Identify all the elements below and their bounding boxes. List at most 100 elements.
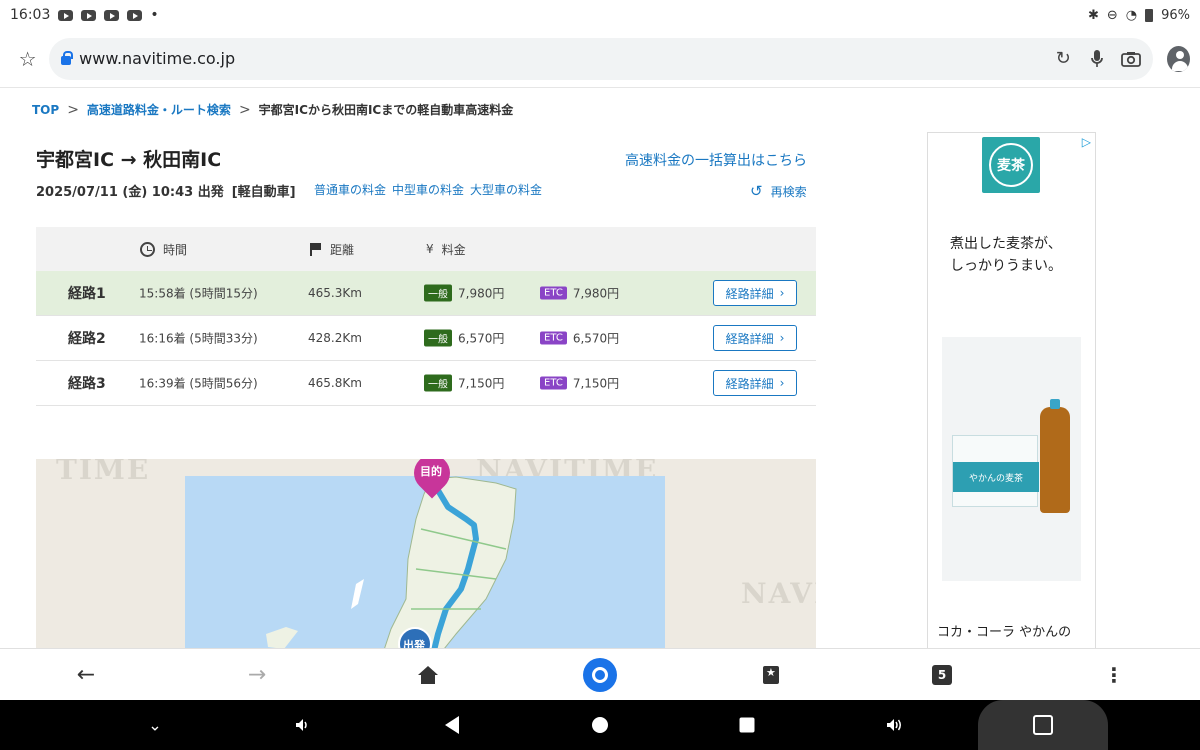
address-bar[interactable]: www.navitime.co.jp ↻	[49, 37, 1154, 80]
ad-logo-text: 麦茶	[989, 143, 1033, 187]
general-badge: 一般	[424, 329, 452, 347]
status-bar: 16:03 • ✱ ⊖ ◔ 96%	[0, 0, 1200, 30]
distance-header-label: 距離	[330, 242, 355, 257]
chevron-down-icon[interactable]: ⌄	[148, 716, 161, 735]
route-map[interactable]: TIME NAVITIME NAVI 目的 出発	[36, 459, 816, 648]
url-text[interactable]: www.navitime.co.jp	[79, 49, 1051, 68]
bluetooth-icon: ✱	[1087, 7, 1099, 23]
ad-brand-logo: 麦茶	[982, 137, 1040, 193]
bookmarks-button[interactable]	[763, 665, 779, 684]
route-row[interactable]: 経路2 16:16着 (5時間33分) 428.2Km 一般 6,570円 ET…	[36, 316, 816, 361]
general-fare: 一般 6,570円	[424, 329, 505, 347]
tab-switcher-circle[interactable]	[583, 657, 617, 692]
etc-fare-value: 7,980円	[572, 286, 620, 301]
route-detail-button[interactable]: 経路詳細 ›	[713, 280, 797, 306]
refresh-icon: ↺	[750, 182, 763, 200]
general-fare-value: 7,150円	[458, 376, 505, 391]
chevron-right-icon: ›	[779, 331, 785, 345]
forward-arrow-icon[interactable]: →	[248, 662, 266, 687]
etc-fare: ETC 7,980円	[540, 285, 619, 302]
breadcrumb-current: 宇都宮ICから秋田南ICまでの軽自動車高速料金	[258, 103, 514, 117]
ad-product-image: やかんの麦茶	[942, 337, 1081, 581]
camera-icon[interactable]	[1119, 47, 1143, 71]
destination-pin-label: 目的	[420, 465, 442, 478]
mid-size-fare-link[interactable]: 中型車の料金	[392, 181, 464, 198]
bulk-calculation-link[interactable]: 高速料金の一括算出はこちら	[625, 150, 807, 170]
route-arrival-time: 16:16着 (5時間33分)	[139, 331, 258, 346]
route-name: 経路1	[68, 286, 106, 302]
star-icon[interactable]: ☆	[10, 39, 45, 79]
android-nav-bar: ⌄	[0, 700, 1200, 750]
route-row[interactable]: 経路1 15:58着 (5時間15分) 465.3Km 一般 7,980円 ET…	[36, 271, 816, 316]
route-row[interactable]: 経路3 16:39着 (5時間56分) 465.8Km 一般 7,150円 ET…	[36, 361, 816, 406]
home-icon	[418, 665, 438, 684]
account-avatar-icon[interactable]	[1167, 45, 1190, 72]
flag-icon	[310, 242, 322, 256]
volume-down-icon[interactable]	[294, 717, 310, 733]
etc-fare: ETC 7,150円	[540, 375, 619, 392]
route-arrival-time: 15:58着 (5時間15分)	[139, 286, 258, 301]
chevron-right-icon: ›	[779, 286, 785, 300]
more-menu-icon[interactable]: ⋮	[1104, 663, 1124, 687]
route-detail-label: 経路詳細	[725, 286, 774, 301]
advertisement[interactable]: 麦茶 ▷ 煮出した麦茶が、 しっかりうまい。 やかんの麦茶 コカ・コーラ やかん…	[927, 132, 1096, 648]
breadcrumb-separator: >	[67, 101, 79, 118]
home-button[interactable]	[418, 665, 438, 684]
route-distance: 465.3Km	[308, 286, 362, 300]
page-content: TOP > 高速道路料金・ルート検索 > 宇都宮ICから秋田南ICまでの軽自動車…	[0, 89, 1200, 648]
lock-icon	[61, 51, 74, 65]
large-car-fare-link[interactable]: 大型車の料金	[470, 181, 542, 198]
route-detail-label: 経路詳細	[725, 376, 774, 391]
wifi-icon: ◔	[1125, 7, 1138, 23]
volume-up-icon[interactable]	[885, 717, 905, 733]
tab-count: 5	[932, 664, 952, 685]
product-box-label: やかんの麦茶	[953, 462, 1039, 492]
youtube-icon	[104, 9, 120, 21]
fare-column-header: ¥ 料金	[426, 241, 466, 258]
breadcrumb-section-link[interactable]: 高速道路料金・ルート検索	[87, 101, 231, 118]
route-detail-button[interactable]: 経路詳細 ›	[713, 370, 797, 396]
recents-icon[interactable]	[739, 717, 755, 733]
fullscreen-icon[interactable]	[1033, 715, 1053, 735]
battery-level: 96%	[1161, 7, 1190, 23]
youtube-icon	[127, 9, 143, 21]
route-arrival-time: 16:39着 (5時間56分)	[139, 376, 258, 391]
browser-toolbar: ☆ www.navitime.co.jp ↻	[0, 30, 1200, 88]
dnd-icon: ⊖	[1106, 7, 1118, 23]
chevron-right-icon: ›	[779, 376, 785, 390]
microphone-icon[interactable]	[1085, 47, 1109, 71]
adchoices-icon[interactable]: ▷	[1082, 135, 1091, 149]
general-fare-value: 6,570円	[458, 331, 505, 346]
ad-caption: コカ・コーラ やかんの	[937, 625, 1072, 640]
etc-badge: ETC	[540, 331, 567, 345]
yen-icon: ¥	[426, 242, 434, 256]
ad-copy-line: しっかりうまい。	[950, 258, 1062, 274]
back-arrow-icon[interactable]: ←	[77, 662, 95, 687]
fare-header-label: 料金	[441, 242, 466, 257]
home-circle-icon[interactable]	[592, 717, 608, 733]
start-pin-label: 出発	[403, 639, 425, 648]
route-distance: 465.8Km	[308, 376, 362, 390]
youtube-icon	[81, 9, 97, 21]
research-button[interactable]: ↺ 再検索	[750, 182, 807, 200]
breadcrumb: TOP > 高速道路料金・ルート検索 > 宇都宮ICから秋田南ICまでの軽自動車…	[32, 101, 513, 118]
reload-icon[interactable]: ↻	[1051, 47, 1075, 71]
back-icon[interactable]	[445, 716, 459, 734]
route-table-header: 時間 距離 ¥ 料金	[36, 227, 816, 271]
clock-time: 16:03	[10, 7, 51, 23]
page-title: 宇都宮IC → 秋田南IC	[36, 149, 222, 171]
general-fare-value: 7,980円	[458, 286, 505, 301]
breadcrumb-top-link[interactable]: TOP	[32, 103, 59, 117]
browser-bottom-nav: ← → 5 ⋮	[0, 648, 1200, 700]
route-name: 経路3	[68, 376, 106, 392]
more-notifications-dot: •	[150, 7, 159, 23]
time-column-header: 時間	[140, 241, 187, 258]
ad-copy: 煮出した麦茶が、 しっかりうまい。	[950, 233, 1062, 277]
regular-car-fare-link[interactable]: 普通車の料金	[314, 181, 386, 198]
route-name: 経路2	[68, 331, 106, 347]
route-detail-button[interactable]: 経路詳細 ›	[713, 325, 797, 351]
youtube-icon	[58, 9, 74, 21]
route-distance: 428.2Km	[308, 331, 362, 345]
vehicle-type: [軽自動車]	[231, 185, 296, 200]
tabs-button[interactable]: 5	[932, 664, 952, 685]
